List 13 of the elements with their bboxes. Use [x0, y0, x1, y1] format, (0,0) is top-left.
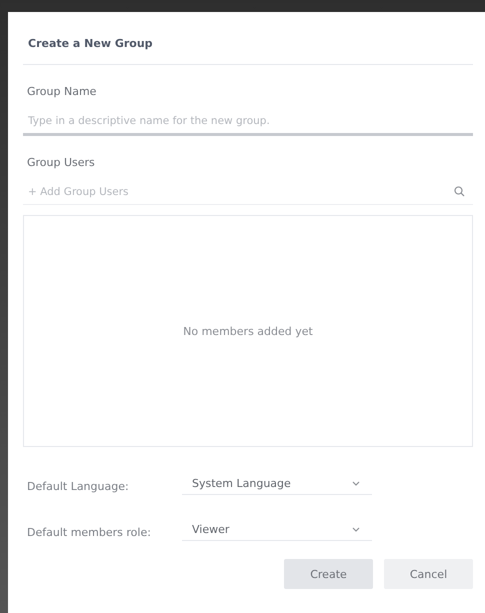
setting-label: Default members role: [27, 526, 152, 538]
create-button[interactable]: Create [284, 559, 373, 589]
chevron-down-icon [352, 527, 360, 532]
setting-label: Default Language: [27, 480, 130, 492]
dropdown[interactable]: Viewer [182, 523, 372, 541]
chevron-down-icon [352, 481, 360, 486]
dropdown[interactable]: System Language [182, 477, 372, 495]
search-icon [454, 186, 465, 197]
field-label: Group Name [27, 85, 96, 98]
dialog-title: Create a New Group [23, 12, 473, 65]
empty-message: No members added yet [183, 324, 313, 338]
field-label: Group Users [27, 156, 95, 169]
cancel-button[interactable]: Cancel [384, 559, 473, 589]
